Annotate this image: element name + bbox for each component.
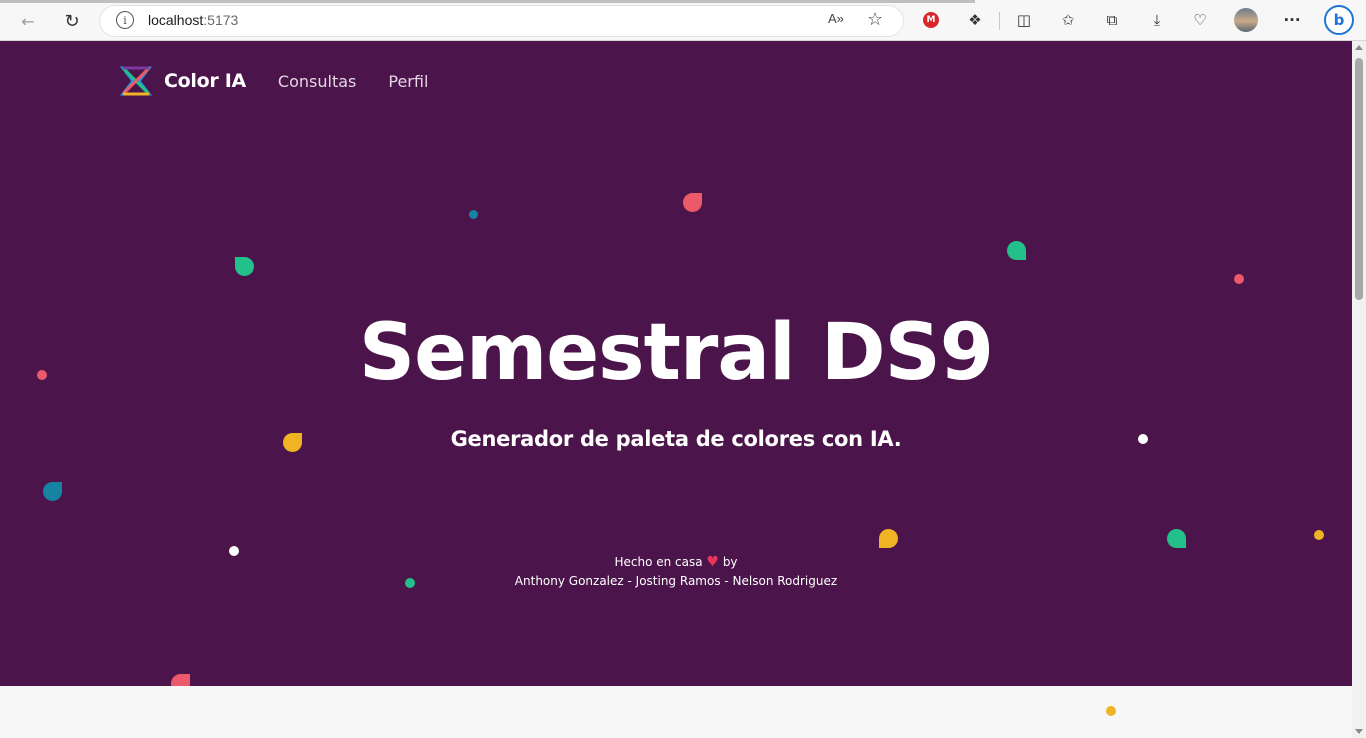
color-ia-logo-icon[interactable] <box>119 65 153 97</box>
toolbar-separator <box>999 12 1000 30</box>
scroll-up-icon[interactable] <box>1355 45 1363 50</box>
confetti-dot <box>1314 530 1324 540</box>
mega-extension-icon[interactable]: M <box>923 12 939 28</box>
tab-strip-edge <box>0 0 975 3</box>
brand-name[interactable]: Color IA <box>164 70 246 92</box>
credit-line-1: Hecho en casa ♥ by <box>0 553 1352 572</box>
back-icon[interactable]: ← <box>14 7 42 35</box>
nav-link-perfil[interactable]: Perfil <box>388 72 428 91</box>
more-icon[interactable]: ··· <box>1281 9 1303 31</box>
confetti-drop <box>1007 241 1026 260</box>
confetti-drop <box>1167 529 1186 548</box>
scroll-down-icon[interactable] <box>1355 729 1363 734</box>
page-subtitle: Generador de paleta de colores con IA. <box>450 427 902 451</box>
performance-icon[interactable]: ♡ <box>1189 9 1211 31</box>
extensions-icon[interactable]: ❖ <box>964 9 986 31</box>
page-title: Semestral DS9 <box>358 308 994 398</box>
confetti-drop <box>879 529 898 548</box>
hero-section: Color IA Consultas Perfil Semestral DS9 … <box>0 41 1352 686</box>
heart-icon: ♥ <box>706 554 719 570</box>
downloads-icon[interactable]: ⤓ <box>1146 9 1168 31</box>
nav-link-consultas[interactable]: Consultas <box>278 72 356 91</box>
browser-toolbar: ← ↻ i localhost:5173 A» ☆ M ❖ ◫ ✩ ⧉ ⤓ ♡ … <box>0 0 1366 41</box>
favorite-star-icon[interactable]: ☆ <box>867 9 883 30</box>
url-host: localhost <box>148 12 204 28</box>
info-icon[interactable]: i <box>116 11 134 29</box>
confetti-dot <box>405 578 415 588</box>
address-bar[interactable]: i localhost:5173 A» ☆ <box>100 6 903 36</box>
confetti-drop <box>683 193 702 212</box>
page-scrollbar[interactable] <box>1352 41 1366 738</box>
credit-line-2: Anthony Gonzalez - Josting Ramos - Nelso… <box>514 574 838 588</box>
confetti-dot <box>1138 434 1148 444</box>
top-nav: Color IA Consultas Perfil <box>119 64 460 98</box>
confetti-dot <box>1234 274 1244 284</box>
confetti-dot <box>469 210 478 219</box>
bing-copilot-icon[interactable]: b <box>1324 5 1354 35</box>
read-aloud-icon[interactable]: A» <box>828 11 844 26</box>
split-screen-icon[interactable]: ◫ <box>1013 9 1035 31</box>
confetti-drop <box>43 482 62 501</box>
confetti-drop <box>171 674 190 686</box>
refresh-icon[interactable]: ↻ <box>58 7 86 35</box>
address-url[interactable]: localhost:5173 <box>148 12 238 28</box>
confetti-dot <box>229 546 239 556</box>
favorites-icon[interactable]: ✩ <box>1057 9 1079 31</box>
profile-avatar-icon[interactable] <box>1234 8 1258 32</box>
confetti-drop <box>235 257 254 276</box>
credit-made-at-home: Hecho en casa <box>614 555 703 569</box>
scrollbar-thumb[interactable] <box>1355 58 1363 300</box>
confetti-drop <box>283 433 302 452</box>
credits: Hecho en casa ♥ by Anthony Gonzalez - Jo… <box>0 553 1352 591</box>
confetti-dot <box>1106 706 1116 716</box>
url-port: :5173 <box>203 12 239 28</box>
credit-by: by <box>722 555 738 569</box>
confetti-dot <box>37 370 47 380</box>
content-area <box>0 686 1352 738</box>
collections-icon[interactable]: ⧉ <box>1101 9 1123 31</box>
